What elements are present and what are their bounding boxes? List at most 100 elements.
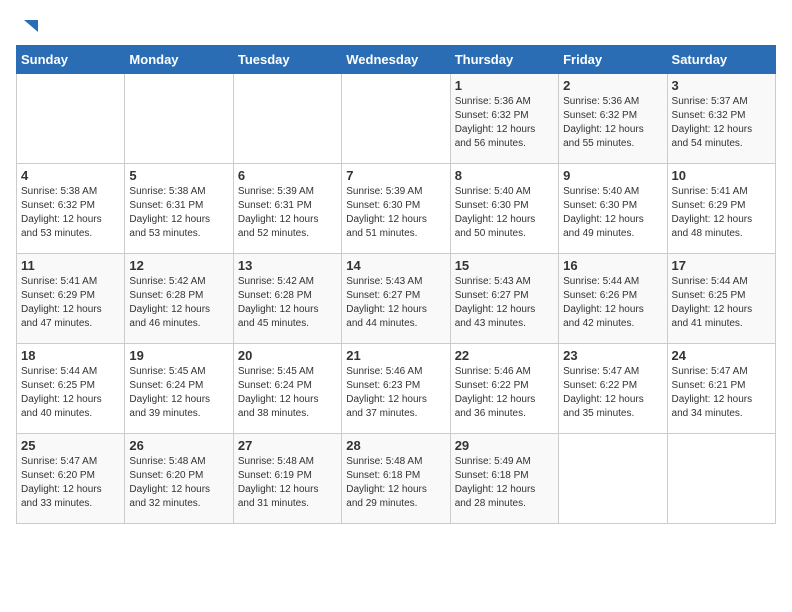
day-info: Sunrise: 5:40 AM Sunset: 6:30 PM Dayligh…	[563, 185, 662, 241]
day-cell: 3Sunrise: 5:37 AM Sunset: 6:32 PM Daylig…	[667, 74, 775, 164]
day-info: Sunrise: 5:39 AM Sunset: 6:31 PM Dayligh…	[238, 185, 337, 241]
day-cell: 9 Sunrise: 5:40 AM Sunset: 6:30 PM Daylig…	[559, 164, 667, 254]
day-number: 6	[238, 168, 337, 183]
day-number: 15	[455, 258, 554, 273]
day-cell: 2 Sunrise: 5:36 AM Sunset: 6:32 PM Daylig…	[559, 74, 667, 164]
day-info: Sunrise: 5:36 AM Sunset: 6:32 PM Dayligh…	[563, 95, 662, 151]
week-row-4: 25 Sunrise: 5:47 AM Sunset: 6:20 PM Dayli…	[17, 434, 776, 524]
day-number: 23	[563, 348, 662, 363]
day-number: 11	[21, 258, 120, 273]
day-cell: 16 Sunrise: 5:44 AM Sunset: 6:26 PM Dayli…	[559, 254, 667, 344]
day-number: 21	[346, 348, 445, 363]
day-cell: 1 Sunrise: 5:36 AM Sunset: 6:32 PM Daylig…	[450, 74, 558, 164]
day-number: 8	[455, 168, 554, 183]
calendar-header: SundayMondayTuesdayWednesdayThursdayFrid…	[17, 46, 776, 74]
day-cell: 28Sunrise: 5:48 AM Sunset: 6:18 PM Dayli…	[342, 434, 450, 524]
day-info: Sunrise: 5:47 AM Sunset: 6:22 PM Dayligh…	[563, 365, 662, 421]
day-cell: 18 Sunrise: 5:44 AM Sunset: 6:25 PM Dayli…	[17, 344, 125, 434]
day-info: Sunrise: 5:38 AM Sunset: 6:32 PM Dayligh…	[21, 185, 120, 241]
week-row-2: 11 Sunrise: 5:41 AM Sunset: 6:29 PM Dayli…	[17, 254, 776, 344]
day-number: 27	[238, 438, 337, 453]
header-day-sunday: Sunday	[17, 46, 125, 74]
day-number: 12	[129, 258, 228, 273]
day-info: Sunrise: 5:38 AM Sunset: 6:31 PM Dayligh…	[129, 185, 228, 241]
logo	[16, 16, 38, 41]
day-cell	[125, 74, 233, 164]
day-number: 17	[672, 258, 771, 273]
day-info: Sunrise: 5:46 AM Sunset: 6:22 PM Dayligh…	[455, 365, 554, 421]
day-cell: 26 Sunrise: 5:48 AM Sunset: 6:20 PM Dayli…	[125, 434, 233, 524]
day-cell: 6 Sunrise: 5:39 AM Sunset: 6:31 PM Daylig…	[233, 164, 341, 254]
day-number: 19	[129, 348, 228, 363]
day-number: 29	[455, 438, 554, 453]
day-number: 16	[563, 258, 662, 273]
header-day-saturday: Saturday	[667, 46, 775, 74]
day-info: Sunrise: 5:47 AM Sunset: 6:21 PM Dayligh…	[672, 365, 771, 421]
day-cell: 27 Sunrise: 5:48 AM Sunset: 6:19 PM Dayli…	[233, 434, 341, 524]
day-number: 10	[672, 168, 771, 183]
day-cell: 5 Sunrise: 5:38 AM Sunset: 6:31 PM Daylig…	[125, 164, 233, 254]
day-cell: 24 Sunrise: 5:47 AM Sunset: 6:21 PM Dayli…	[667, 344, 775, 434]
day-info: Sunrise: 5:41 AM Sunset: 6:29 PM Dayligh…	[672, 185, 771, 241]
header-day-friday: Friday	[559, 46, 667, 74]
header-day-thursday: Thursday	[450, 46, 558, 74]
header-row: SundayMondayTuesdayWednesdayThursdayFrid…	[17, 46, 776, 74]
day-info: Sunrise: 5:44 AM Sunset: 6:26 PM Dayligh…	[563, 275, 662, 331]
day-info: Sunrise: 5:43 AM Sunset: 6:27 PM Dayligh…	[346, 275, 445, 331]
day-cell: 25 Sunrise: 5:47 AM Sunset: 6:20 PM Dayli…	[17, 434, 125, 524]
day-number: 1	[455, 78, 554, 93]
day-info: Sunrise: 5:40 AM Sunset: 6:30 PM Dayligh…	[455, 185, 554, 241]
day-info: Sunrise: 5:36 AM Sunset: 6:32 PM Dayligh…	[455, 95, 554, 151]
day-info: Sunrise: 5:48 AM Sunset: 6:18 PM Dayligh…	[346, 455, 445, 511]
day-number: 13	[238, 258, 337, 273]
day-info: Sunrise: 5:45 AM Sunset: 6:24 PM Dayligh…	[129, 365, 228, 421]
day-cell: 4 Sunrise: 5:38 AM Sunset: 6:32 PM Daylig…	[17, 164, 125, 254]
day-info: Sunrise: 5:43 AM Sunset: 6:27 PM Dayligh…	[455, 275, 554, 331]
day-number: 25	[21, 438, 120, 453]
day-number: 5	[129, 168, 228, 183]
day-number: 9	[563, 168, 662, 183]
day-cell: 13 Sunrise: 5:42 AM Sunset: 6:28 PM Dayli…	[233, 254, 341, 344]
day-number: 26	[129, 438, 228, 453]
day-cell: 10 Sunrise: 5:41 AM Sunset: 6:29 PM Dayli…	[667, 164, 775, 254]
day-number: 2	[563, 78, 662, 93]
day-cell: 14Sunrise: 5:43 AM Sunset: 6:27 PM Dayli…	[342, 254, 450, 344]
day-cell: 12 Sunrise: 5:42 AM Sunset: 6:28 PM Dayli…	[125, 254, 233, 344]
day-number: 4	[21, 168, 120, 183]
day-number: 24	[672, 348, 771, 363]
day-cell: 17Sunrise: 5:44 AM Sunset: 6:25 PM Dayli…	[667, 254, 775, 344]
day-cell: 15 Sunrise: 5:43 AM Sunset: 6:27 PM Dayli…	[450, 254, 558, 344]
day-info: Sunrise: 5:48 AM Sunset: 6:19 PM Dayligh…	[238, 455, 337, 511]
day-cell	[233, 74, 341, 164]
day-cell: 7Sunrise: 5:39 AM Sunset: 6:30 PM Daylig…	[342, 164, 450, 254]
day-cell: 22 Sunrise: 5:46 AM Sunset: 6:22 PM Dayli…	[450, 344, 558, 434]
page-header	[16, 16, 776, 41]
logo-icon	[20, 18, 38, 36]
header-day-tuesday: Tuesday	[233, 46, 341, 74]
week-row-0: 1 Sunrise: 5:36 AM Sunset: 6:32 PM Daylig…	[17, 74, 776, 164]
day-number: 7	[346, 168, 445, 183]
day-info: Sunrise: 5:46 AM Sunset: 6:23 PM Dayligh…	[346, 365, 445, 421]
day-info: Sunrise: 5:42 AM Sunset: 6:28 PM Dayligh…	[129, 275, 228, 331]
day-number: 22	[455, 348, 554, 363]
day-number: 18	[21, 348, 120, 363]
day-info: Sunrise: 5:37 AM Sunset: 6:32 PM Dayligh…	[672, 95, 771, 151]
day-cell	[342, 74, 450, 164]
day-cell: 23 Sunrise: 5:47 AM Sunset: 6:22 PM Dayli…	[559, 344, 667, 434]
header-day-monday: Monday	[125, 46, 233, 74]
day-info: Sunrise: 5:48 AM Sunset: 6:20 PM Dayligh…	[129, 455, 228, 511]
day-info: Sunrise: 5:49 AM Sunset: 6:18 PM Dayligh…	[455, 455, 554, 511]
day-cell: 8 Sunrise: 5:40 AM Sunset: 6:30 PM Daylig…	[450, 164, 558, 254]
day-cell: 29 Sunrise: 5:49 AM Sunset: 6:18 PM Dayli…	[450, 434, 558, 524]
day-info: Sunrise: 5:41 AM Sunset: 6:29 PM Dayligh…	[21, 275, 120, 331]
day-info: Sunrise: 5:47 AM Sunset: 6:20 PM Dayligh…	[21, 455, 120, 511]
day-cell	[667, 434, 775, 524]
day-info: Sunrise: 5:44 AM Sunset: 6:25 PM Dayligh…	[21, 365, 120, 421]
day-cell: 11 Sunrise: 5:41 AM Sunset: 6:29 PM Dayli…	[17, 254, 125, 344]
calendar-table: SundayMondayTuesdayWednesdayThursdayFrid…	[16, 45, 776, 524]
day-cell	[17, 74, 125, 164]
day-info: Sunrise: 5:45 AM Sunset: 6:24 PM Dayligh…	[238, 365, 337, 421]
day-info: Sunrise: 5:42 AM Sunset: 6:28 PM Dayligh…	[238, 275, 337, 331]
day-cell: 19 Sunrise: 5:45 AM Sunset: 6:24 PM Dayli…	[125, 344, 233, 434]
day-cell: 21 Sunrise: 5:46 AM Sunset: 6:23 PM Dayli…	[342, 344, 450, 434]
